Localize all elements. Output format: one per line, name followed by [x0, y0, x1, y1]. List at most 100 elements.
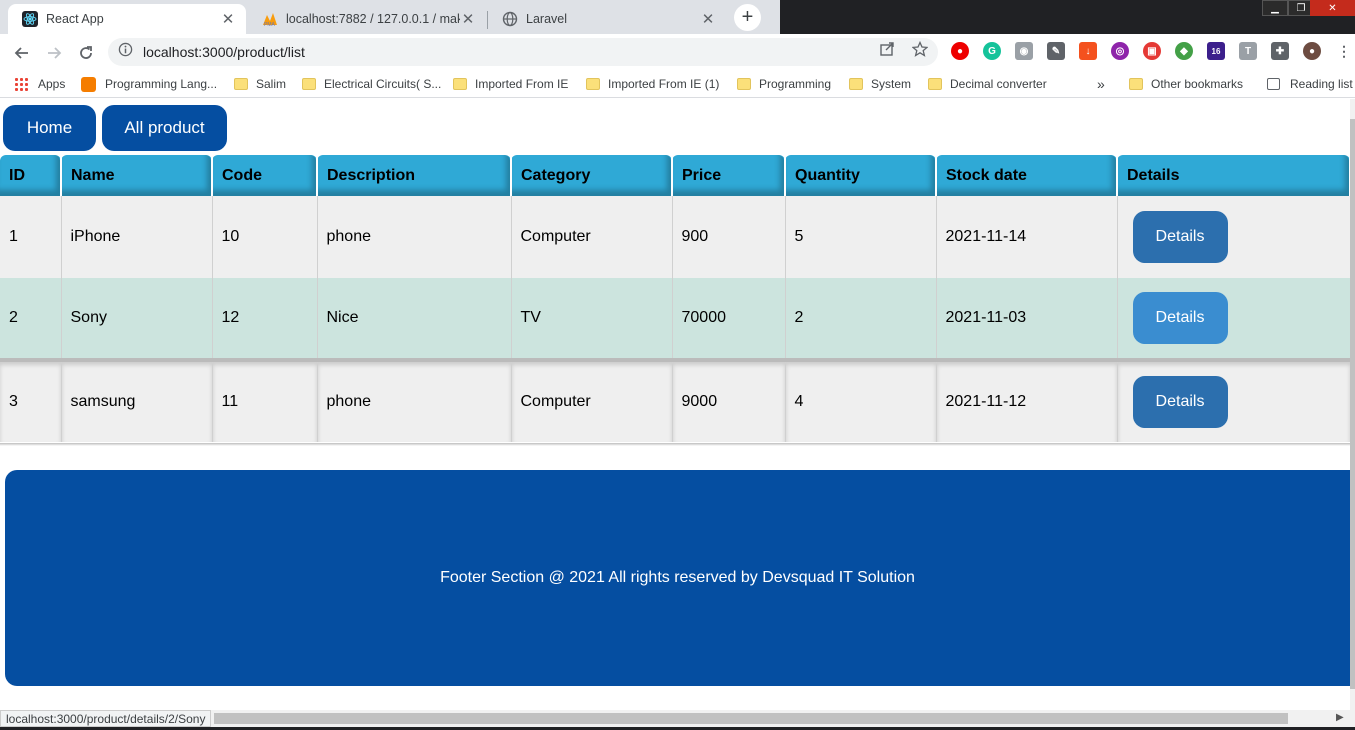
bookmark-label: Programming: [759, 77, 832, 91]
vertical-scrollbar[interactable]: [1350, 99, 1355, 710]
cell-price: 70000: [672, 278, 786, 360]
page-footer: Footer Section @ 2021 All rights reserve…: [5, 470, 1350, 686]
globe-extension-icon[interactable]: ◆: [1175, 42, 1193, 60]
tab-phpmyadmin[interactable]: PMA localhost:7882 / 127.0.0.1 / make ✕: [248, 4, 486, 34]
column-header-name: Name: [61, 155, 213, 196]
bookmark-decimal-converter[interactable]: Decimal converter: [928, 76, 1047, 92]
url-text[interactable]: localhost:3000/product/list: [143, 44, 305, 60]
column-header-quantity: Quantity: [785, 155, 937, 196]
folder-icon: [928, 78, 942, 90]
download-icon[interactable]: ↓: [1079, 42, 1097, 60]
blogger-icon: [81, 76, 96, 92]
table-row: 2 Sony 12 Nice TV 70000 2 2021-11-03 Det…: [0, 278, 1350, 360]
cell-price: 900: [672, 196, 786, 278]
status-bar-url: localhost:3000/product/details/2/Sony: [0, 710, 212, 727]
star-icon[interactable]: [911, 40, 929, 58]
details-button[interactable]: Details: [1132, 376, 1228, 428]
cell-description: phone: [317, 358, 512, 442]
cell-stock-date: 2021-11-12: [936, 358, 1118, 442]
extension-badge: 16: [1211, 46, 1221, 56]
address-bar[interactable]: localhost:3000/product/list: [108, 38, 938, 66]
home-button[interactable]: Home: [3, 105, 96, 151]
back-icon[interactable]: [9, 40, 35, 66]
column-header-price: Price: [672, 155, 786, 196]
grammarly-icon[interactable]: G: [983, 42, 1001, 60]
column-header-id: ID: [0, 155, 62, 196]
table-bottom-shadow: [0, 443, 1350, 446]
folder-icon: [849, 78, 863, 90]
page-viewport: Home All product ID Name Code Descriptio…: [0, 99, 1350, 710]
details-button[interactable]: Details: [1132, 211, 1228, 263]
cell-details: Details: [1117, 196, 1350, 278]
cell-details: Details: [1117, 278, 1350, 360]
scroll-right-icon[interactable]: ▶: [1336, 712, 1344, 723]
cell-name: iPhone: [61, 196, 213, 278]
more-menu-icon[interactable]: ⋮: [1335, 42, 1353, 60]
graduation-cap-icon[interactable]: 16: [1207, 42, 1225, 60]
close-icon[interactable]: ✕: [700, 10, 716, 28]
cell-name: Sony: [61, 278, 213, 360]
folder-icon: [234, 78, 248, 90]
reading-list-button[interactable]: Reading list: [1267, 76, 1353, 92]
puzzle-icon[interactable]: ✚: [1271, 42, 1289, 60]
text-tool-icon[interactable]: T: [1239, 42, 1257, 60]
close-icon[interactable]: ✕: [460, 10, 476, 28]
all-product-button[interactable]: All product: [102, 105, 227, 151]
bookmarks-overflow-icon[interactable]: »: [1097, 76, 1105, 92]
profile-avatar[interactable]: ●: [1303, 42, 1321, 60]
bookmark-programming-lang[interactable]: Programming Lang...: [81, 76, 217, 92]
reading-list-icon: [1267, 78, 1280, 90]
cell-description: phone: [317, 196, 512, 278]
cell-description: Nice: [317, 278, 512, 360]
color-picker-icon[interactable]: ◎: [1111, 42, 1129, 60]
close-icon[interactable]: ✕: [220, 10, 236, 28]
footer-text: Footer Section @ 2021 All rights reserve…: [440, 569, 915, 586]
bookmark-other-bookmarks[interactable]: Other bookmarks: [1129, 76, 1243, 92]
camera-icon[interactable]: ◉: [1015, 42, 1033, 60]
apps-grid-icon: [14, 77, 28, 91]
eyedropper-icon[interactable]: ✎: [1047, 42, 1065, 60]
cell-id: 1: [0, 196, 62, 278]
adblock-icon[interactable]: ●: [951, 42, 969, 60]
cell-stock-date: 2021-11-03: [936, 278, 1118, 360]
bookmark-label: Electrical Circuits( S...: [324, 77, 442, 91]
folder-icon: [1129, 78, 1143, 90]
cell-code: 10: [212, 196, 318, 278]
bookmark-imported-from-ie[interactable]: Imported From IE: [453, 76, 568, 92]
info-icon[interactable]: [118, 42, 133, 62]
cell-id: 2: [0, 278, 62, 360]
browser-toolbar: localhost:3000/product/list ● G ◉ ✎ ↓ ◎ …: [0, 34, 1355, 70]
cell-category: Computer: [511, 358, 673, 442]
bookmark-label: Imported From IE (1): [608, 77, 720, 91]
bookmark-label: System: [871, 77, 912, 91]
screen-recorder-icon[interactable]: ▣: [1143, 42, 1161, 60]
browser-tab-strip: React App ✕ PMA localhost:7882 / 127.0.0…: [0, 0, 1355, 34]
tab-react-app[interactable]: React App ✕: [8, 4, 246, 34]
table-row: 3 samsung 11 phone Computer 9000 4 2021-…: [0, 358, 1350, 442]
bookmark-programming[interactable]: Programming: [737, 76, 831, 92]
tab-laravel[interactable]: Laravel ✕: [488, 4, 726, 34]
cell-quantity: 5: [785, 196, 937, 278]
vertical-scrollbar-thumb[interactable]: [1350, 119, 1355, 689]
cell-price: 9000: [672, 358, 786, 442]
forward-icon[interactable]: [41, 40, 67, 66]
horizontal-scrollbar-thumb[interactable]: [214, 713, 1288, 724]
bookmark-label: Imported From IE: [475, 77, 569, 91]
window-close-icon[interactable]: ✕: [1310, 0, 1355, 16]
details-button[interactable]: Details: [1132, 292, 1228, 344]
phpmyadmin-icon: PMA: [262, 11, 278, 27]
new-tab-button[interactable]: +: [734, 4, 761, 31]
bookmark-salim[interactable]: Salim: [234, 76, 286, 92]
bookmark-system[interactable]: System: [849, 76, 911, 92]
share-icon[interactable]: [878, 40, 896, 58]
globe-icon: [502, 11, 518, 27]
bookmark-label: Apps: [38, 77, 66, 91]
reload-icon[interactable]: [73, 40, 99, 66]
react-icon: [22, 11, 38, 27]
bookmark-label: Decimal converter: [950, 77, 1047, 91]
bookmark-electrical-circuits[interactable]: Electrical Circuits( S...: [302, 76, 441, 92]
minimize-icon[interactable]: ▁: [1262, 0, 1288, 16]
folder-icon: [302, 78, 316, 90]
bookmark-imported-from-ie-1[interactable]: Imported From IE (1): [586, 76, 719, 92]
bookmark-apps[interactable]: Apps: [14, 76, 65, 92]
